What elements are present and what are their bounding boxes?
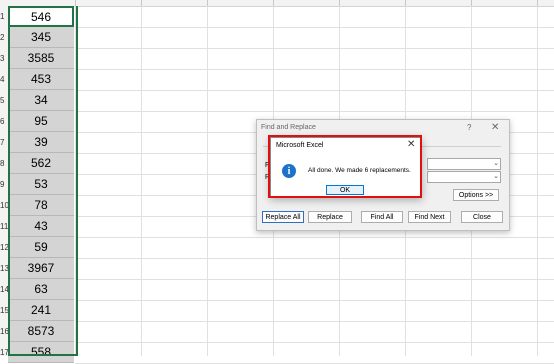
row-number[interactable]: 7 xyxy=(0,138,8,148)
gridline xyxy=(141,6,142,356)
row-number[interactable]: 4 xyxy=(0,75,8,85)
highlight-outline xyxy=(268,135,422,198)
find-replace-title: Find and Replace xyxy=(261,124,316,131)
gridline xyxy=(75,27,554,28)
gridline xyxy=(75,342,554,343)
find-next-button[interactable]: Find Next xyxy=(408,211,451,223)
row-number[interactable]: 2 xyxy=(0,33,8,43)
gridline xyxy=(75,90,554,91)
row-number[interactable]: 1 xyxy=(0,12,8,22)
chevron-down-icon[interactable]: ⌄ xyxy=(493,172,499,180)
find-what-input[interactable]: ⌄ xyxy=(427,158,501,170)
row-number[interactable]: 3 xyxy=(0,54,8,64)
gridline xyxy=(75,279,554,280)
row-number[interactable]: 15 xyxy=(0,306,9,316)
replace-all-button[interactable]: Replace All xyxy=(262,211,304,223)
row-number[interactable]: 10 xyxy=(0,201,9,211)
row-number[interactable]: 11 xyxy=(0,222,8,232)
row-number[interactable]: 13 xyxy=(0,264,9,274)
help-icon[interactable]: ? xyxy=(467,123,471,132)
replace-with-input[interactable]: ⌄ xyxy=(427,171,501,183)
gridline xyxy=(75,237,554,238)
replace-button[interactable]: Replace xyxy=(308,211,352,223)
gridline xyxy=(75,48,554,49)
close-icon[interactable]: ✕ xyxy=(491,122,499,133)
gridline xyxy=(75,69,554,70)
gridline xyxy=(75,258,554,259)
row-number[interactable]: 6 xyxy=(0,117,8,127)
row-number[interactable]: 14 xyxy=(0,285,9,295)
options-button[interactable]: Options >> xyxy=(453,189,499,201)
row-number[interactable]: 12 xyxy=(0,243,9,253)
gridline xyxy=(207,6,208,356)
row-number[interactable]: 5 xyxy=(0,96,8,106)
row-number[interactable]: 17 xyxy=(0,348,9,358)
chevron-down-icon[interactable]: ⌄ xyxy=(493,159,499,167)
close-button[interactable]: Close xyxy=(461,211,503,223)
selected-column-a xyxy=(8,6,78,356)
gridline xyxy=(75,300,554,301)
gridline xyxy=(537,6,538,356)
row-number[interactable]: 9 xyxy=(0,180,8,190)
row-number[interactable]: 16 xyxy=(0,327,9,337)
gridline xyxy=(75,111,554,112)
row-number[interactable]: 8 xyxy=(0,159,8,169)
find-all-button[interactable]: Find All xyxy=(361,211,403,223)
gridline xyxy=(75,321,554,322)
